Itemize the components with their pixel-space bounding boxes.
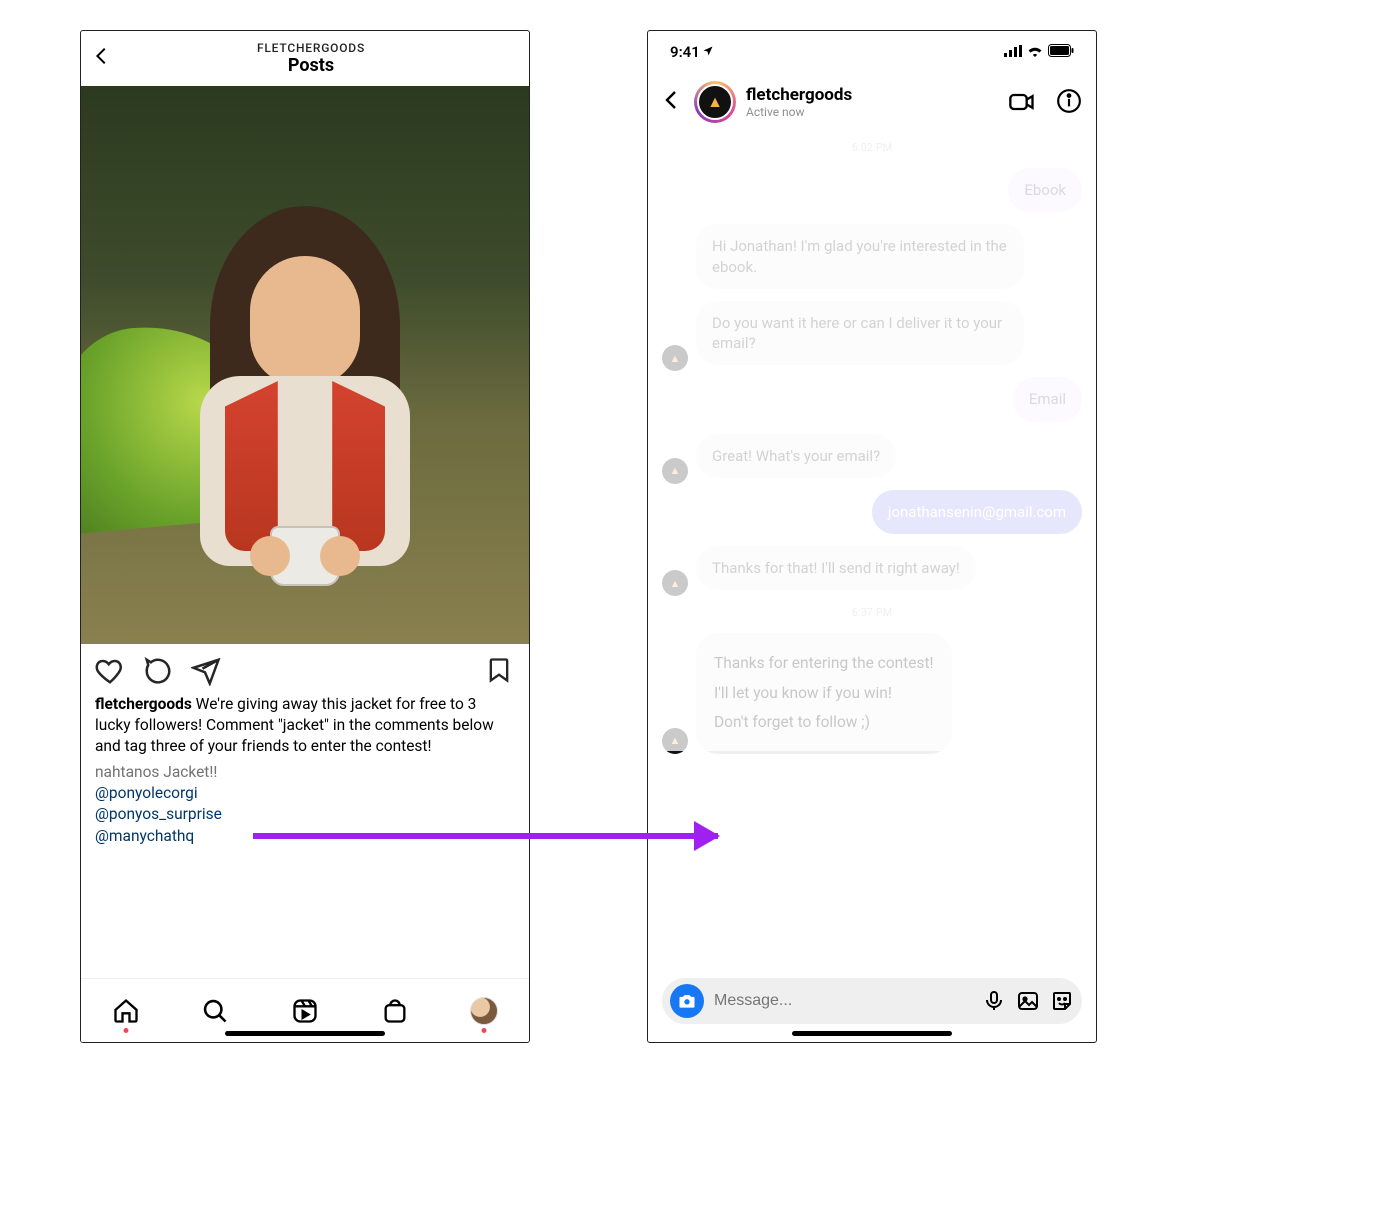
chat-status: Active now bbox=[746, 105, 852, 119]
home-icon[interactable] bbox=[112, 997, 140, 1025]
sent-message[interactable]: Ebook bbox=[662, 168, 1082, 218]
search-icon[interactable] bbox=[201, 997, 229, 1025]
timestamp: 6:37 PM bbox=[662, 606, 1082, 619]
gallery-icon[interactable] bbox=[1016, 989, 1040, 1013]
message-composer bbox=[662, 978, 1082, 1024]
chat-avatar[interactable]: ▲ bbox=[694, 81, 736, 123]
home-indicator bbox=[225, 1031, 385, 1036]
back-button[interactable] bbox=[660, 88, 684, 116]
received-message[interactable]: ▲Do you want it here or can I deliver it… bbox=[662, 301, 1082, 372]
share-icon[interactable] bbox=[191, 656, 221, 686]
message-input[interactable] bbox=[714, 992, 972, 1010]
status-bar: 9:41 bbox=[648, 31, 1096, 73]
received-message[interactable]: ▲Great! What's your email? bbox=[662, 434, 1082, 484]
bookmark-icon[interactable] bbox=[485, 656, 515, 686]
sent-message[interactable]: jonathansenin@gmail.com bbox=[662, 490, 1082, 540]
post-action-bar bbox=[81, 644, 529, 692]
comment-text: Jacket!! bbox=[159, 763, 217, 781]
camera-button[interactable] bbox=[670, 984, 704, 1018]
received-message[interactable]: ▲Thanks for that! I'll send it right awa… bbox=[662, 546, 1082, 596]
received-message[interactable]: ▲ Thanks for entering the contest! I'll … bbox=[662, 633, 1082, 753]
header-title: Posts bbox=[103, 55, 519, 76]
info-icon[interactable] bbox=[1056, 88, 1084, 116]
comment-username[interactable]: nahtanos bbox=[95, 763, 159, 781]
chat-username[interactable]: fletchergoods bbox=[746, 85, 852, 105]
home-indicator bbox=[792, 1031, 952, 1036]
mention-link[interactable]: @ponyos_surprise bbox=[81, 804, 529, 826]
reels-icon[interactable] bbox=[291, 997, 319, 1025]
post-caption: fletchergoods We're giving away this jac… bbox=[81, 692, 529, 761]
sent-message[interactable]: Email bbox=[662, 377, 1082, 427]
timestamp: 6:02 PM bbox=[662, 141, 1082, 154]
chat-header: ▲ fletchergoods Active now bbox=[648, 73, 1096, 131]
instagram-dm-screen: 9:41 ▲ fletchergoods Active now 6:0 bbox=[647, 30, 1097, 1043]
shop-icon[interactable] bbox=[381, 997, 409, 1025]
received-message[interactable]: Hi Jonathan! I'm glad you're interested … bbox=[662, 224, 1082, 295]
mic-icon[interactable] bbox=[982, 989, 1006, 1013]
wifi-icon bbox=[1026, 43, 1044, 61]
instagram-post-screen: FLETCHERGOODS Posts fletchergoods bbox=[80, 30, 530, 1043]
comment-icon[interactable] bbox=[143, 656, 173, 686]
cellular-icon bbox=[1004, 43, 1022, 61]
post-comment[interactable]: nahtanos Jacket!! bbox=[81, 761, 529, 783]
location-arrow-icon bbox=[702, 43, 714, 61]
profile-tab[interactable] bbox=[470, 997, 498, 1025]
post-image[interactable] bbox=[81, 86, 529, 644]
heart-icon[interactable] bbox=[95, 656, 125, 686]
header-brand: FLETCHERGOODS bbox=[103, 41, 519, 55]
status-time: 9:41 bbox=[670, 43, 700, 61]
video-call-icon[interactable] bbox=[1008, 88, 1036, 116]
mention-link[interactable]: @ponyolecorgi bbox=[81, 783, 529, 805]
sticker-icon[interactable] bbox=[1050, 989, 1074, 1013]
contest-message: Thanks for entering the contest! I'll le… bbox=[696, 633, 952, 753]
caption-username[interactable]: fletchergoods bbox=[95, 695, 192, 713]
annotation-arrow bbox=[253, 833, 718, 839]
post-header: FLETCHERGOODS Posts bbox=[81, 31, 529, 86]
battery-icon bbox=[1048, 43, 1074, 61]
